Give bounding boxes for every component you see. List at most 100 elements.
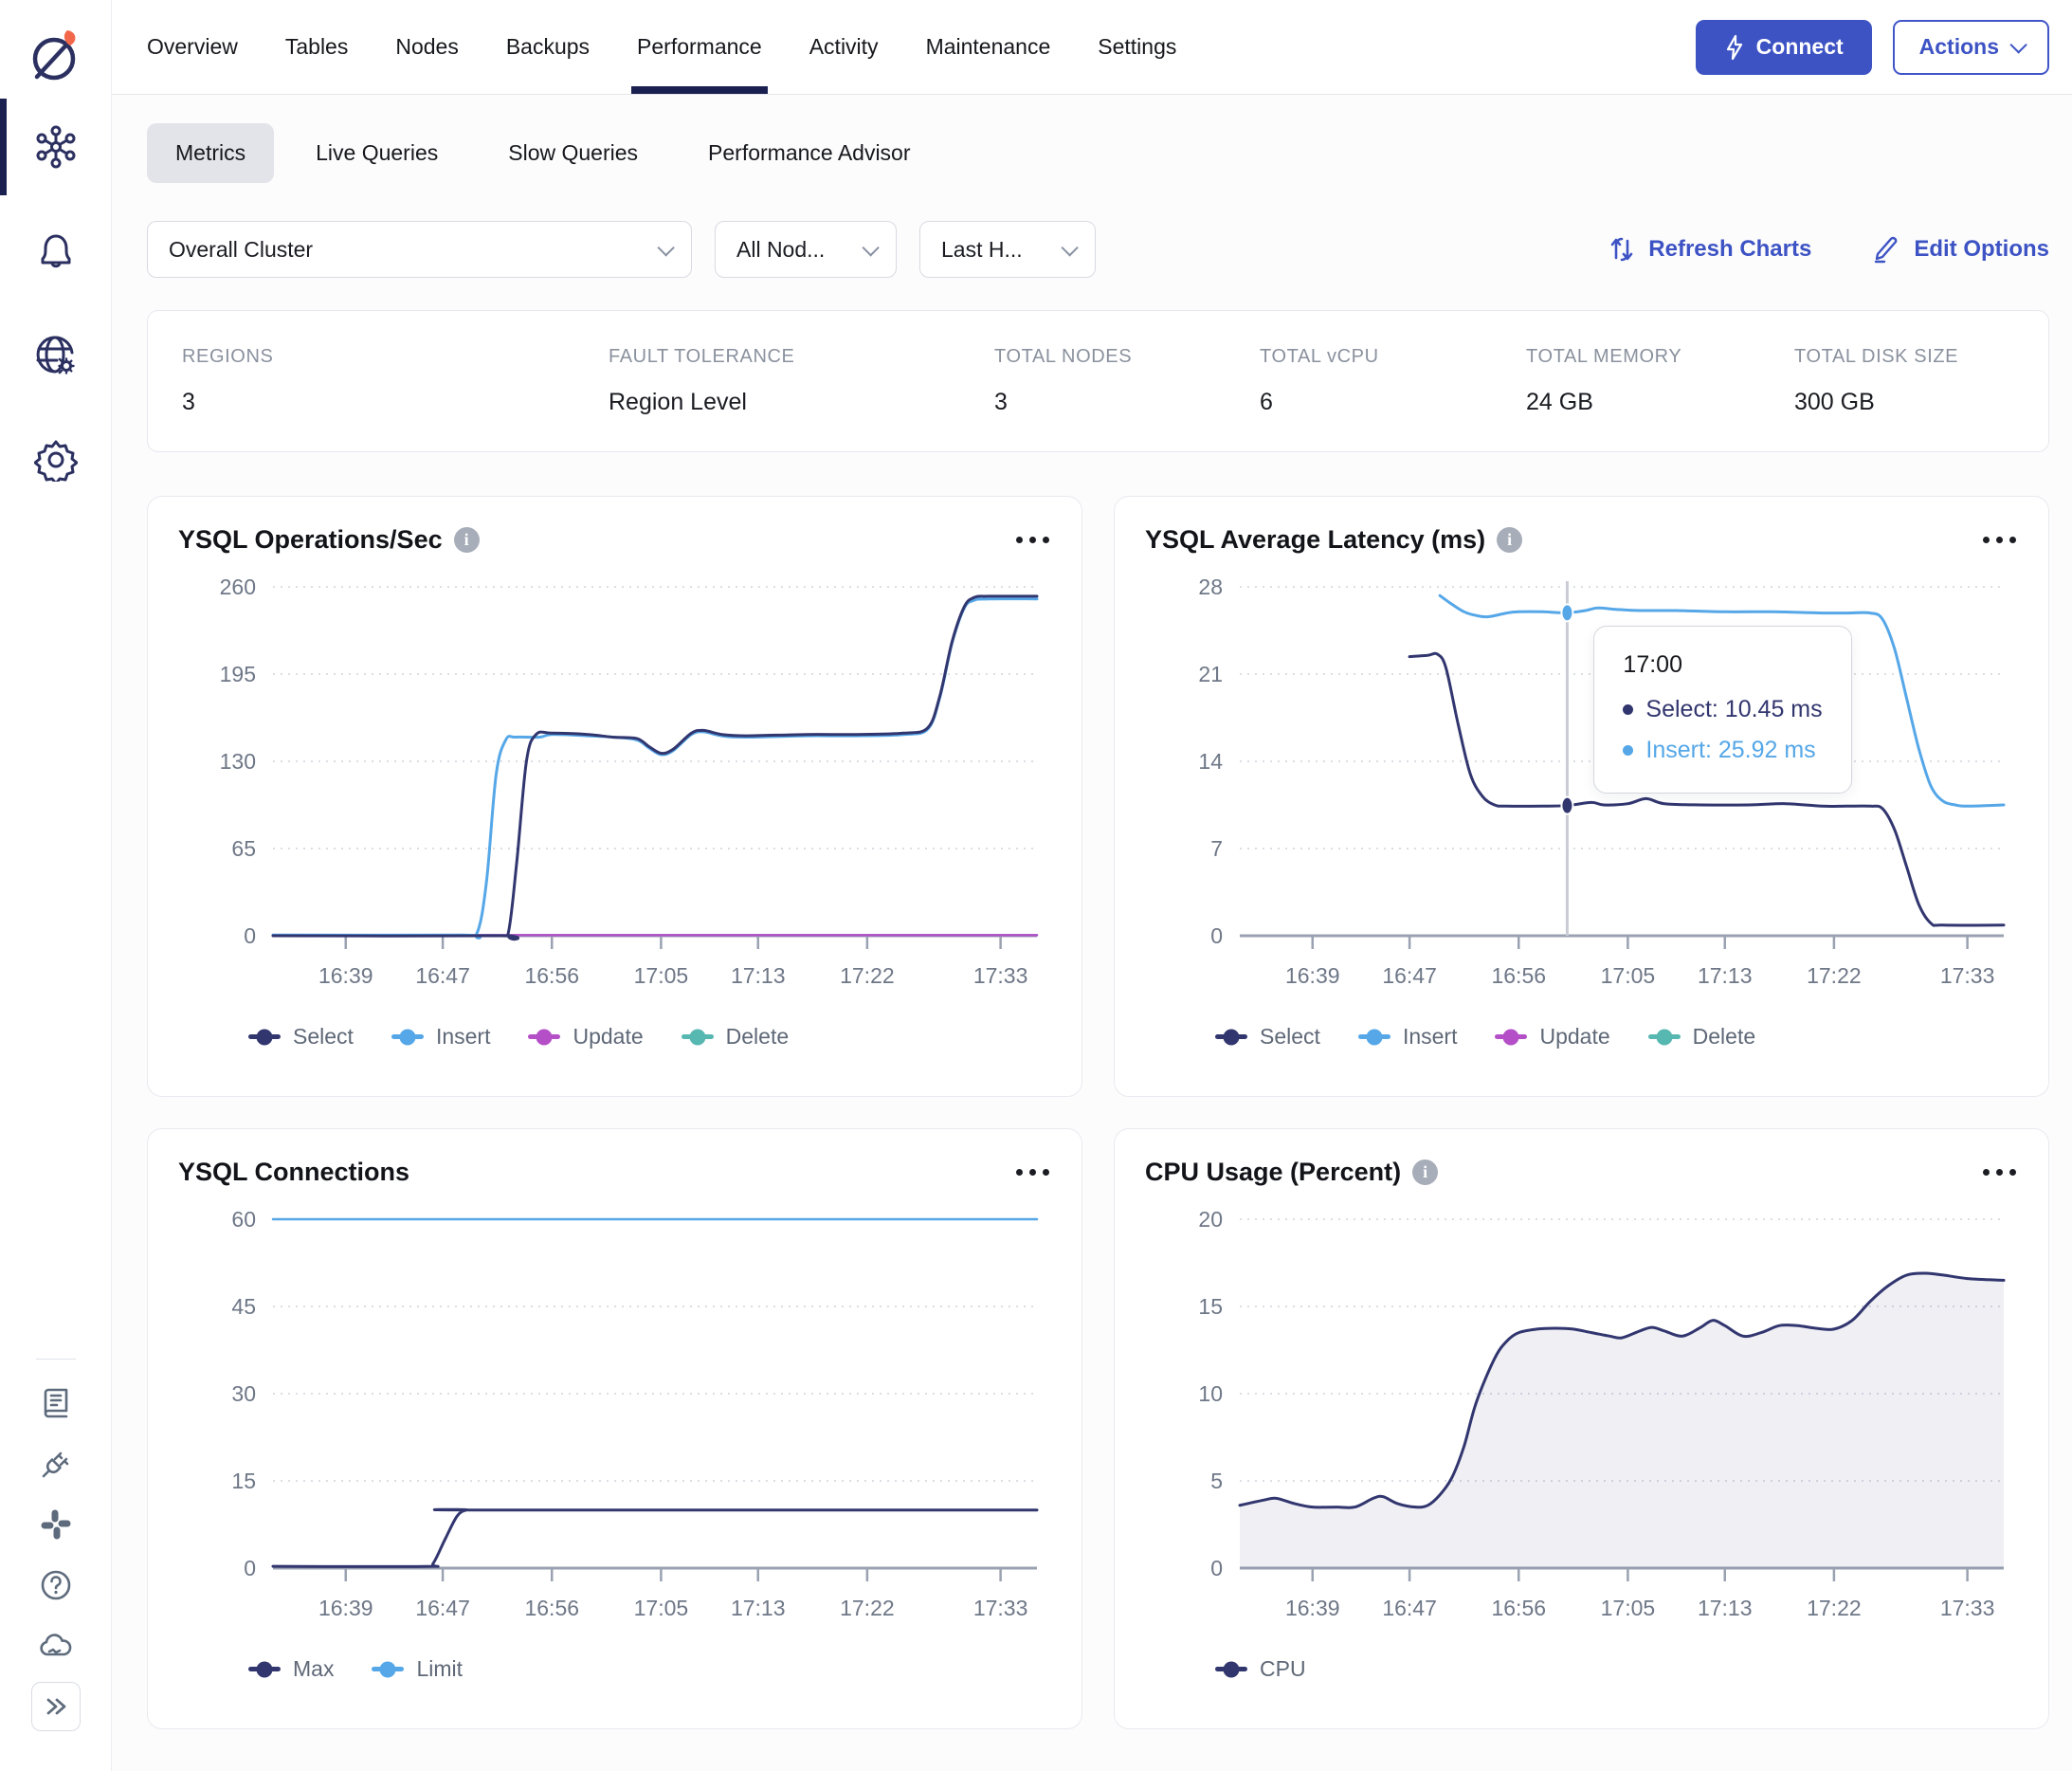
chart-svg: 0 15 30 45 60 16:39 16:47 16:56 17:05 17:13 17:22 1… [231, 1207, 1039, 1620]
legend-item-insert[interactable]: Insert [1357, 1024, 1457, 1050]
legend-item-cpu[interactable]: CPU [1215, 1656, 1306, 1682]
chevron-down-icon [1061, 238, 1079, 257]
chart-menu-button[interactable] [1014, 1163, 1051, 1181]
nodes-select[interactable]: All Nod... [715, 221, 897, 278]
nav-tab-settings[interactable]: Settings [1098, 0, 1176, 94]
svg-text:17:05: 17:05 [1601, 963, 1656, 988]
svg-text:17:05: 17:05 [634, 963, 689, 988]
svg-text:17:13: 17:13 [1698, 1596, 1753, 1620]
chart-title: CPU Usage (Percent) [1145, 1158, 1402, 1186]
chart-card: YSQL Operations/Sec i 0 65 130 195 260 16:39 16:… [147, 496, 1082, 1097]
legend-marker [248, 1029, 281, 1045]
subtab-slow-queries[interactable]: Slow Queries [480, 123, 666, 183]
legend-item-delete[interactable]: Delete [1647, 1024, 1755, 1050]
info-icon[interactable]: i [453, 527, 480, 553]
subtab-live-queries[interactable]: Live Queries [287, 123, 466, 183]
chevrons-right-icon [46, 1698, 65, 1715]
sidebar-item-alerts[interactable] [0, 199, 111, 303]
connect-button[interactable]: Connect [1695, 19, 1872, 75]
cluster-icon [36, 125, 75, 169]
legend-item-insert[interactable]: Insert [391, 1024, 490, 1050]
cluster-stats-panel: REGIONS 3 FAULT TOLERANCE Region Level T… [147, 310, 2049, 452]
chart-title: YSQL Average Latency (ms) [1145, 525, 1486, 554]
expand-sidebar-button[interactable] [30, 1682, 81, 1731]
stat-value: Region Level [609, 389, 747, 415]
legend-marker [1215, 1661, 1247, 1677]
svg-text:65: 65 [231, 836, 256, 861]
sidebar-top-group [0, 95, 111, 512]
svg-text:15: 15 [1198, 1294, 1223, 1319]
info-icon[interactable]: i [1412, 1159, 1439, 1185]
sidebar-item-help[interactable] [0, 1555, 111, 1616]
chevron-down-icon [2009, 36, 2027, 54]
planet-logo-icon [32, 30, 75, 81]
svg-text:17:33: 17:33 [1940, 963, 1995, 988]
chart-plot-area: 0 5 10 15 20 16:39 16:47 16:56 17:05 17:13 17:22 17… [1145, 1195, 2018, 1654]
chart-menu-button[interactable] [1014, 531, 1051, 549]
svg-text:16:39: 16:39 [318, 1596, 373, 1620]
sidebar-item-settings[interactable] [0, 408, 111, 512]
svg-text:17:33: 17:33 [1940, 1596, 1995, 1620]
nav-tab-performance[interactable]: Performance [631, 0, 768, 94]
chart-legend: CPU [1145, 1656, 2018, 1682]
chart-menu-button[interactable] [1981, 1163, 2018, 1181]
svg-text:17:13: 17:13 [731, 963, 786, 988]
legend-item-limit[interactable]: Limit [372, 1656, 463, 1682]
legend-marker [681, 1029, 714, 1045]
stat-total-nodes: TOTAL NODES 3 [994, 346, 1260, 416]
refresh-charts-link[interactable]: Refresh Charts [1609, 235, 1811, 264]
nav-tab-maintenance[interactable]: Maintenance [926, 0, 1051, 94]
sidebar-item-slack[interactable] [0, 1494, 111, 1555]
actions-button[interactable]: Actions [1892, 19, 2049, 75]
metrics-subnav: Metrics Live Queries Slow Queries Perfor… [147, 123, 2049, 183]
svg-text:0: 0 [244, 923, 256, 948]
cloud-icon [39, 1634, 71, 1656]
svg-text:195: 195 [220, 662, 256, 686]
svg-text:130: 130 [220, 749, 256, 774]
svg-text:0: 0 [1210, 1556, 1223, 1580]
chart-title: YSQL Connections [178, 1158, 410, 1186]
chart-svg: 0 5 10 15 20 16:39 16:47 16:56 17:05 17:13 17:22 17… [1198, 1207, 2006, 1620]
legend-item-select[interactable]: Select [248, 1024, 354, 1050]
stat-value: 300 GB [1794, 389, 1875, 415]
sidebar-item-expand[interactable] [0, 1676, 111, 1737]
legend-item-delete[interactable]: Delete [681, 1024, 789, 1050]
nav-tab-overview[interactable]: Overview [147, 0, 238, 94]
chart-legend: Max Limit [178, 1656, 1051, 1682]
edit-options-link[interactable]: Edit Options [1872, 235, 2049, 264]
legend-item-update[interactable]: Update [528, 1024, 644, 1050]
svg-text:28: 28 [1198, 575, 1223, 599]
sidebar-item-cluster[interactable] [0, 95, 111, 199]
sidebar-item-integrations[interactable] [0, 1433, 111, 1494]
svg-text:16:47: 16:47 [415, 963, 470, 988]
legend-item-select[interactable]: Select [1215, 1024, 1320, 1050]
brand-logo[interactable] [26, 15, 86, 95]
cluster-select[interactable]: Overall Cluster [147, 221, 692, 278]
plug-icon [42, 1451, 68, 1478]
nav-tab-nodes[interactable]: Nodes [395, 0, 458, 94]
svg-text:16:39: 16:39 [1285, 1596, 1340, 1620]
subtab-performance-advisor[interactable]: Performance Advisor [680, 123, 938, 183]
time-range-select[interactable]: Last H... [919, 221, 1096, 278]
sidebar-item-network-settings[interactable] [0, 303, 111, 408]
tooltip-series-dot [1623, 745, 1634, 757]
subtab-metrics[interactable]: Metrics [147, 123, 275, 183]
tooltip-series-dot [1623, 704, 1634, 716]
chart-card: YSQL Average Latency (ms) i 0 7 14 21 28 16:39 1… [1114, 496, 2049, 1097]
legend-item-max[interactable]: Max [248, 1656, 334, 1682]
chart-menu-button[interactable] [1981, 531, 2018, 549]
nav-tab-tables[interactable]: Tables [285, 0, 348, 94]
info-icon[interactable]: i [1497, 527, 1523, 553]
chart-legend: Select Insert Update Delete [1145, 1024, 2018, 1050]
svg-text:16:56: 16:56 [524, 1596, 579, 1620]
stat-value: 6 [1260, 389, 1273, 415]
nav-tab-activity[interactable]: Activity [809, 0, 879, 94]
sidebar-item-cloud-status[interactable] [0, 1616, 111, 1676]
nav-tab-backups[interactable]: Backups [506, 0, 590, 94]
filter-bar: Overall Cluster All Nod... Last H... Ref… [147, 221, 2049, 278]
stat-fault-tolerance: FAULT TOLERANCE Region Level [609, 346, 994, 416]
sidebar-item-docs[interactable] [0, 1373, 111, 1433]
legend-item-update[interactable]: Update [1495, 1024, 1610, 1050]
legend-marker [1495, 1029, 1528, 1045]
legend-marker [1647, 1029, 1681, 1045]
